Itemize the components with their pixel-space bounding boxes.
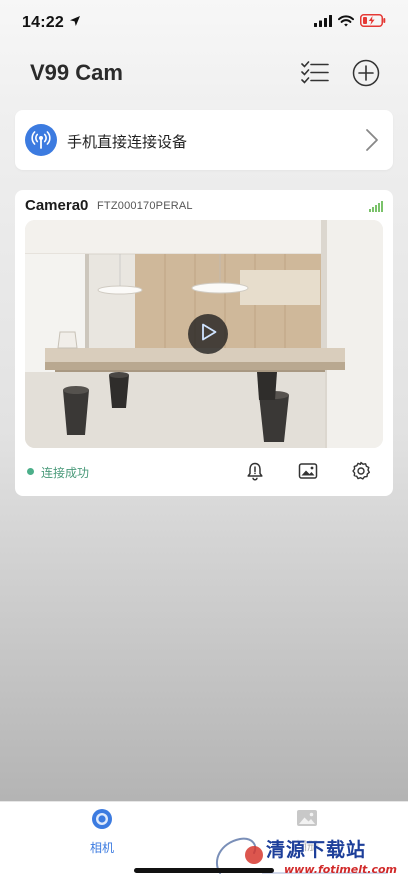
watermark-url: www.fotimelt.com [284,863,398,876]
camera-device-id: FTZ000170PERAL [97,200,193,212]
connection-status-dot [27,468,34,475]
wifi-icon [338,14,354,32]
camera-footer: 连接成功 [15,458,393,488]
add-device-button[interactable] [351,59,381,92]
location-arrow-icon [69,14,81,32]
checklist-icon [301,60,329,90]
alarm-button[interactable] [244,462,266,484]
status-indicators [314,14,386,32]
cellular-signal-icon [314,14,332,32]
camera-preview[interactable] [25,220,383,448]
album-button[interactable] [297,462,319,484]
play-icon [197,321,219,348]
photo-album-icon [296,808,318,833]
direct-connect-card[interactable]: 手机直接连接设备 [15,110,393,170]
battery-charging-low-icon [360,14,386,32]
status-time: 14:22 [22,14,64,31]
play-button[interactable] [188,314,228,354]
plus-circle-icon [352,59,380,92]
app-header: V99 Cam [0,46,408,102]
camera-lens-icon [91,808,113,835]
camera-name: Camera0 [25,197,89,214]
chevron-right-icon [365,128,379,157]
camera-card: Camera0 FTZ000170PERAL 连接成功 [15,190,393,496]
tab-camera-label: 相机 [89,841,114,855]
home-indicator [134,868,274,873]
bell-alert-icon [245,461,265,486]
app-screen: 14:22 V99 Cam 手机直接连接设备 Camera0 FTZ000170… [0,0,408,883]
site-watermark: 清源下载站 www.fotimelt.com [212,833,398,881]
broadcast-antenna-icon [25,124,57,156]
tab-camera[interactable]: 相机 [72,808,132,855]
watermark-text: 清源下载站 [266,839,367,861]
status-bar: 14:22 [0,0,408,46]
connection-status-text: 连接成功 [41,466,90,480]
status-time-group: 14:22 [22,14,81,32]
gear-icon [351,461,371,486]
image-icon [298,462,318,485]
direct-connect-label: 手机直接连接设备 [67,134,188,151]
checklist-button[interactable] [300,60,330,90]
camera-signal-icon [369,200,383,212]
camera-settings-button[interactable] [350,461,372,486]
app-title: V99 Cam [30,60,123,85]
